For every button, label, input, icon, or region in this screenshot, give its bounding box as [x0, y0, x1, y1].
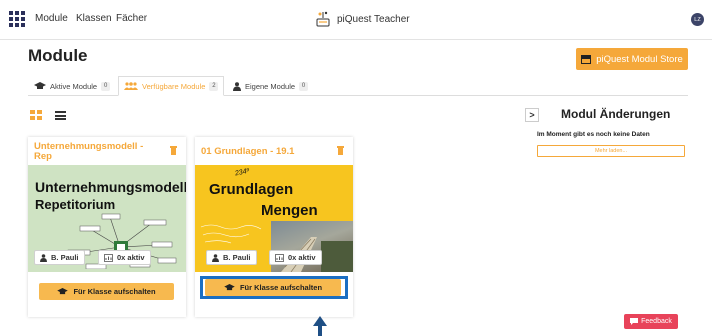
chart-icon	[275, 253, 284, 262]
module-tabs: Aktive Module 0 Verfügbare Module 2 Eige…	[28, 76, 688, 96]
module-card-title[interactable]: 01 Grundlagen - 19.1	[201, 147, 321, 157]
page-title: Module	[28, 46, 88, 65]
piquest-logo-icon	[316, 11, 330, 27]
activity-badge: 0x aktiv	[269, 250, 322, 265]
avatar[interactable]: LZ	[691, 13, 704, 26]
tab-eigene-module-label: Eigene Module	[245, 81, 296, 91]
brand[interactable]: piQuest Teacher	[314, 9, 410, 29]
tab-aktive-module-count: 0	[101, 81, 111, 91]
panel-title: Modul Änderungen	[561, 107, 671, 121]
panel-toggle-button[interactable]: >	[525, 108, 539, 122]
apps-grid-icon[interactable]	[9, 11, 25, 27]
user-icon	[40, 253, 47, 262]
tab-eigene-module-count: 0	[299, 81, 309, 91]
highlight-box	[200, 276, 348, 299]
tab-verfuegbare-module-count: 2	[209, 81, 219, 91]
thumbnail-subtitle: Mengen	[261, 202, 318, 219]
unlock-for-class-label: Für Klasse aufschalten	[73, 287, 156, 296]
graduation-cap-icon	[34, 82, 46, 89]
trash-icon[interactable]	[170, 146, 177, 155]
load-more-button[interactable]: Mehr laden...	[537, 145, 685, 157]
list-view-icon[interactable]	[55, 111, 66, 120]
tab-aktive-module[interactable]: Aktive Module 0	[34, 76, 111, 96]
nav-faecher[interactable]: Fächer	[116, 13, 147, 24]
tab-verfuegbare-module[interactable]: Verfügbare Module 2	[118, 76, 225, 96]
tab-aktive-module-label: Aktive Module	[50, 81, 98, 91]
tab-verfuegbare-module-label: Verfügbare Module	[142, 81, 206, 91]
chalkboard-scribble	[200, 224, 262, 244]
module-card-title[interactable]: Unternehmungsmodell - Rep	[34, 142, 154, 162]
owner-name: B. Pauli	[223, 253, 251, 262]
thumbnail-scribble: 234⁹	[234, 167, 251, 178]
users-icon	[124, 82, 138, 90]
modul-store-button[interactable]: piQuest Modul Store	[576, 48, 688, 70]
owner-badge: B. Pauli	[34, 250, 85, 265]
trash-icon[interactable]	[337, 146, 344, 155]
brand-name: piQuest Teacher	[337, 13, 410, 25]
owner-name: B. Pauli	[51, 253, 79, 262]
grid-view-icon[interactable]	[30, 110, 43, 121]
graduation-cap-icon	[57, 288, 69, 295]
activity-count: 0x aktiv	[288, 253, 316, 262]
modul-store-label: piQuest Modul Store	[596, 53, 683, 65]
panel-empty-text: Im Moment gibt es noch keine Daten	[537, 131, 650, 138]
user-icon	[233, 81, 241, 91]
user-icon	[212, 253, 219, 262]
arrow-up-icon	[313, 316, 327, 336]
chart-icon	[104, 253, 113, 262]
top-bar: Module Klassen Fächer piQuest Teacher LZ	[0, 0, 712, 40]
chat-icon	[630, 318, 639, 325]
nav-klassen[interactable]: Klassen	[76, 13, 112, 24]
activity-badge: 0x aktiv	[98, 250, 151, 265]
thumbnail-title: Grundlagen	[209, 181, 294, 198]
unlock-for-class-button[interactable]: Für Klasse aufschalten	[39, 283, 174, 300]
feedback-button[interactable]: Feedback	[624, 314, 678, 329]
activity-count: 0x aktiv	[117, 253, 145, 262]
owner-badge: B. Pauli	[206, 250, 257, 265]
store-icon	[581, 54, 592, 64]
thumbnail-title: Unternehmungsmodell	[35, 179, 186, 195]
tab-eigene-module[interactable]: Eigene Module 0	[233, 76, 309, 96]
module-card[interactable]: Unternehmungsmodell - Rep Unternehmungsm…	[28, 137, 186, 317]
feedback-label: Feedback	[641, 318, 672, 325]
nav-module[interactable]: Module	[35, 13, 68, 24]
